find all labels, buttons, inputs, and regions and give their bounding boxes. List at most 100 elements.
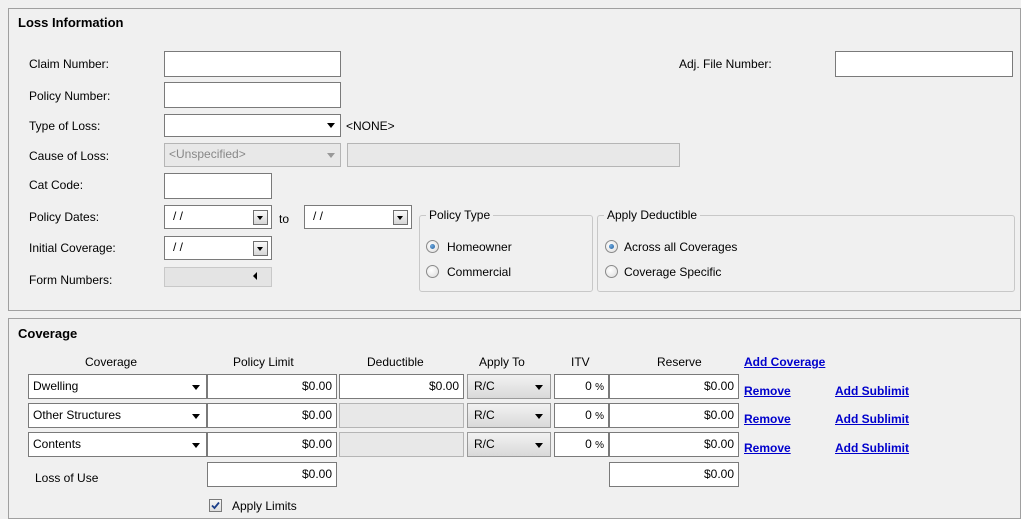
claim-number-label: Claim Number:	[29, 57, 110, 71]
cause-of-loss-detail-field[interactable]	[347, 143, 680, 167]
coverage-title: Coverage	[18, 326, 78, 341]
add-coverage-link[interactable]: Add Coverage	[744, 355, 825, 369]
cause-of-loss-value: <Unspecified>	[169, 147, 246, 161]
policy-limit-column-header: Policy Limit	[233, 355, 294, 369]
cause-of-loss-label: Cause of Loss:	[29, 149, 110, 163]
apply-to-column-header: Apply To	[479, 355, 525, 369]
policy-type-homeowner-label[interactable]: Homeowner	[447, 240, 512, 254]
chevron-down-icon	[192, 414, 200, 419]
chevron-left-icon[interactable]	[253, 272, 257, 280]
type-of-loss-select[interactable]	[164, 114, 341, 137]
apply-to-select[interactable]: R/C	[467, 432, 551, 457]
policy-dates-to-label: to	[279, 212, 290, 226]
type-of-loss-display: <NONE>	[346, 119, 395, 133]
reserve-field[interactable]: $0.00	[609, 374, 739, 399]
initial-coverage-label: Initial Coverage:	[29, 241, 116, 255]
chevron-down-icon	[535, 385, 543, 390]
reserve-field[interactable]: $0.00	[609, 403, 739, 428]
cause-of-loss-select[interactable]: <Unspecified>	[164, 143, 341, 167]
initial-coverage-value: / /	[173, 240, 184, 254]
loss-of-use-policy-limit-field[interactable]: $0.00	[207, 462, 337, 487]
deductible-column-header: Deductible	[367, 355, 424, 369]
itv-unit: %	[595, 411, 604, 422]
policy-type-commercial-label[interactable]: Commercial	[447, 265, 511, 279]
type-of-loss-label: Type of Loss:	[29, 119, 101, 133]
apply-deductible-title: Apply Deductible	[604, 208, 701, 222]
cat-code-field[interactable]	[164, 173, 272, 199]
apply-to-value: R/C	[474, 379, 495, 393]
calendar-dropdown-icon[interactable]	[393, 210, 408, 225]
deductible-across-all-label[interactable]: Across all Coverages	[624, 240, 737, 254]
deductible-field[interactable]	[339, 403, 464, 428]
policy-type-commercial-radio[interactable]	[426, 265, 439, 278]
itv-value: 0	[585, 437, 592, 451]
cat-code-label: Cat Code:	[29, 178, 84, 192]
remove-coverage-link[interactable]: Remove	[744, 384, 791, 398]
itv-field[interactable]: 0 %	[554, 432, 609, 457]
itv-column-header: ITV	[571, 355, 590, 369]
add-sublimit-link[interactable]: Add Sublimit	[835, 441, 909, 455]
coverage-type-value: Dwelling	[33, 379, 79, 393]
coverage-type-value: Contents	[33, 437, 82, 451]
deductible-field[interactable]: $0.00	[339, 374, 464, 399]
chevron-down-icon	[327, 123, 335, 128]
coverage-type-select[interactable]: Contents	[28, 432, 207, 457]
policy-number-label: Policy Number:	[29, 89, 111, 103]
policy-date-to-value: / /	[313, 209, 324, 223]
policy-type-homeowner-radio[interactable]	[426, 240, 439, 253]
remove-coverage-link[interactable]: Remove	[744, 412, 791, 426]
policy-dates-label: Policy Dates:	[29, 210, 100, 224]
calendar-dropdown-icon[interactable]	[253, 241, 268, 256]
deductible-coverage-specific-label[interactable]: Coverage Specific	[624, 265, 721, 279]
loss-of-use-label: Loss of Use	[35, 471, 99, 485]
coverage-type-value: Other Structures	[33, 408, 122, 422]
coverage-panel: Coverage Coverage Policy Limit Deductibl…	[8, 318, 1021, 519]
chevron-down-icon	[535, 414, 543, 419]
adj-file-number-label: Adj. File Number:	[679, 57, 772, 71]
itv-unit: %	[595, 440, 604, 451]
apply-to-select[interactable]: R/C	[467, 374, 551, 399]
chevron-down-icon	[535, 443, 543, 448]
apply-limits-label[interactable]: Apply Limits	[232, 499, 297, 513]
adj-file-number-field[interactable]	[835, 51, 1013, 77]
apply-to-select[interactable]: R/C	[467, 403, 551, 428]
itv-unit: %	[595, 382, 604, 393]
policy-date-from-field[interactable]: / /	[164, 205, 272, 229]
policy-date-from-value: / /	[173, 209, 184, 223]
loss-information-panel: Loss Information Claim Number: Adj. File…	[8, 8, 1021, 311]
policy-limit-field[interactable]: $0.00	[207, 432, 337, 457]
apply-to-value: R/C	[474, 437, 495, 451]
deductible-coverage-specific-radio[interactable]	[605, 265, 618, 278]
reserve-column-header: Reserve	[657, 355, 702, 369]
deductible-field[interactable]	[339, 432, 464, 457]
chevron-down-icon	[192, 385, 200, 390]
reserve-field[interactable]: $0.00	[609, 432, 739, 457]
checkmark-icon	[211, 501, 220, 510]
coverage-column-header: Coverage	[85, 355, 138, 369]
coverage-type-select[interactable]: Dwelling	[28, 374, 207, 399]
policy-limit-field[interactable]: $0.00	[207, 403, 337, 428]
initial-coverage-field[interactable]: / /	[164, 236, 272, 260]
chevron-down-icon	[327, 153, 335, 158]
calendar-dropdown-icon[interactable]	[253, 210, 268, 225]
itv-field[interactable]: 0 %	[554, 374, 609, 399]
form-numbers-label: Form Numbers:	[29, 273, 113, 287]
form-numbers-scroller[interactable]	[164, 267, 272, 287]
add-sublimit-link[interactable]: Add Sublimit	[835, 412, 909, 426]
policy-limit-field[interactable]: $0.00	[207, 374, 337, 399]
claim-number-field[interactable]	[164, 51, 341, 77]
loss-of-use-reserve-field[interactable]: $0.00	[609, 462, 739, 487]
policy-date-to-field[interactable]: / /	[304, 205, 412, 229]
apply-to-value: R/C	[474, 408, 495, 422]
itv-value: 0	[585, 408, 592, 422]
remove-coverage-link[interactable]: Remove	[744, 441, 791, 455]
add-sublimit-link[interactable]: Add Sublimit	[835, 384, 909, 398]
itv-value: 0	[585, 379, 592, 393]
loss-information-title: Loss Information	[18, 15, 124, 30]
coverage-type-select[interactable]: Other Structures	[28, 403, 207, 428]
itv-field[interactable]: 0 %	[554, 403, 609, 428]
policy-number-field[interactable]	[164, 82, 341, 108]
apply-limits-checkbox[interactable]	[209, 499, 222, 512]
deductible-across-all-radio[interactable]	[605, 240, 618, 253]
policy-type-title: Policy Type	[426, 208, 494, 222]
